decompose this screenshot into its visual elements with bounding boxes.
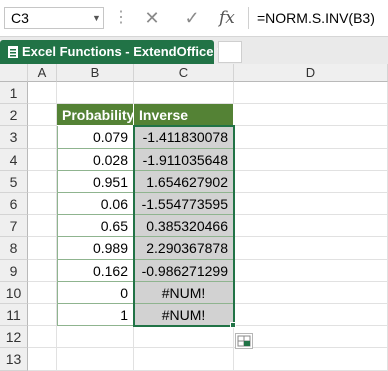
row-header-5[interactable]: 5 xyxy=(0,170,28,193)
probability-cell[interactable]: 0.951 xyxy=(57,170,134,193)
cell-a2[interactable] xyxy=(28,104,57,127)
cell-c1[interactable] xyxy=(134,82,234,105)
inverse-cell[interactable]: -1.911035648 xyxy=(134,148,234,171)
column-header-d[interactable]: D xyxy=(234,64,388,82)
cell-d11[interactable] xyxy=(234,304,388,327)
fill-handle[interactable] xyxy=(230,322,236,329)
cell-a10[interactable] xyxy=(28,281,57,304)
row-header-10[interactable]: 10 xyxy=(0,281,28,304)
chevron-down-icon[interactable]: ▼ xyxy=(92,7,101,29)
column-header-b[interactable]: B xyxy=(57,64,134,82)
probability-cell[interactable]: 0.989 xyxy=(57,237,134,260)
probability-cell[interactable]: 1 xyxy=(57,304,134,327)
row-header-7[interactable]: 7 xyxy=(0,215,28,238)
row-header-2[interactable]: 2 xyxy=(0,104,28,127)
cell-d9[interactable] xyxy=(234,259,388,282)
inverse-cell[interactable]: 2.290367878 xyxy=(134,237,234,260)
cell-d6[interactable] xyxy=(234,193,388,216)
workbook-tab-label: Excel Functions - ExtendOffice * xyxy=(22,44,223,59)
cancel-icon[interactable]: ✕ xyxy=(140,0,164,36)
inverse-cell[interactable]: -1.554773595 xyxy=(134,193,234,216)
quick-analysis-icon xyxy=(237,335,251,347)
header-probability[interactable]: Probability xyxy=(57,104,134,127)
cell-a9[interactable] xyxy=(28,259,57,282)
row-header-11[interactable]: 11 xyxy=(0,304,28,327)
name-box[interactable]: C3 xyxy=(4,7,104,29)
cell-a13[interactable] xyxy=(28,348,57,371)
cell-d13[interactable] xyxy=(234,348,388,371)
cell-a11[interactable] xyxy=(28,304,57,327)
cell-d8[interactable] xyxy=(234,237,388,260)
cell-b13[interactable] xyxy=(57,348,134,371)
cell-a5[interactable] xyxy=(28,170,57,193)
row-header-13[interactable]: 13 xyxy=(0,348,28,371)
formula-input[interactable]: =NORM.S.INV(B3) xyxy=(248,7,388,29)
row-header-3[interactable]: 3 xyxy=(0,126,28,149)
row-header-4[interactable]: 4 xyxy=(0,148,28,171)
cell-a4[interactable] xyxy=(28,148,57,171)
probability-cell[interactable]: 0.028 xyxy=(57,148,134,171)
cell-c13[interactable] xyxy=(134,348,234,371)
cell-a7[interactable] xyxy=(28,215,57,238)
probability-cell[interactable]: 0 xyxy=(57,281,134,304)
cell-d5[interactable] xyxy=(234,170,388,193)
inverse-cell[interactable]: 0.385320466 xyxy=(134,215,234,238)
cell-a8[interactable] xyxy=(28,237,57,260)
cell-b1[interactable] xyxy=(57,82,134,105)
cell-d3[interactable] xyxy=(234,126,388,149)
probability-cell[interactable]: 0.079 xyxy=(57,126,134,149)
new-tab-button[interactable] xyxy=(218,41,242,63)
enter-icon[interactable]: ✓ xyxy=(180,0,204,36)
cell-a1[interactable] xyxy=(28,82,57,105)
inverse-cell[interactable]: -1.411830078 xyxy=(134,126,234,149)
inverse-cell[interactable]: -0.986271299 xyxy=(134,259,234,282)
cell-a6[interactable] xyxy=(28,193,57,216)
column-header-a[interactable]: A xyxy=(28,64,57,82)
probability-cell[interactable]: 0.06 xyxy=(57,193,134,216)
select-all-corner[interactable] xyxy=(0,64,28,82)
column-header-c[interactable]: C xyxy=(134,64,234,82)
header-inverse[interactable]: Inverse xyxy=(134,104,234,127)
row-header-8[interactable]: 8 xyxy=(0,237,28,260)
inverse-cell[interactable]: 1.654627902 xyxy=(134,170,234,193)
insert-function-icon[interactable]: fx xyxy=(219,7,235,29)
inverse-cell[interactable]: #NUM! xyxy=(134,281,234,304)
row-header-6[interactable]: 6 xyxy=(0,193,28,216)
inverse-cell[interactable]: #NUM! xyxy=(134,304,234,327)
cell-d2[interactable] xyxy=(234,104,388,127)
excel-file-icon xyxy=(8,46,18,58)
row-header-1[interactable]: 1 xyxy=(0,82,28,105)
quick-analysis-button[interactable] xyxy=(235,333,253,350)
cell-d1[interactable] xyxy=(234,82,388,105)
row-header-9[interactable]: 9 xyxy=(0,259,28,282)
probability-cell[interactable]: 0.65 xyxy=(57,215,134,238)
cell-d7[interactable] xyxy=(234,215,388,238)
cell-a3[interactable] xyxy=(28,126,57,149)
more-dots-icon: ⋮ xyxy=(113,9,129,26)
cell-d10[interactable] xyxy=(234,281,388,304)
probability-cell[interactable]: 0.162 xyxy=(57,259,134,282)
cell-d4[interactable] xyxy=(234,148,388,171)
